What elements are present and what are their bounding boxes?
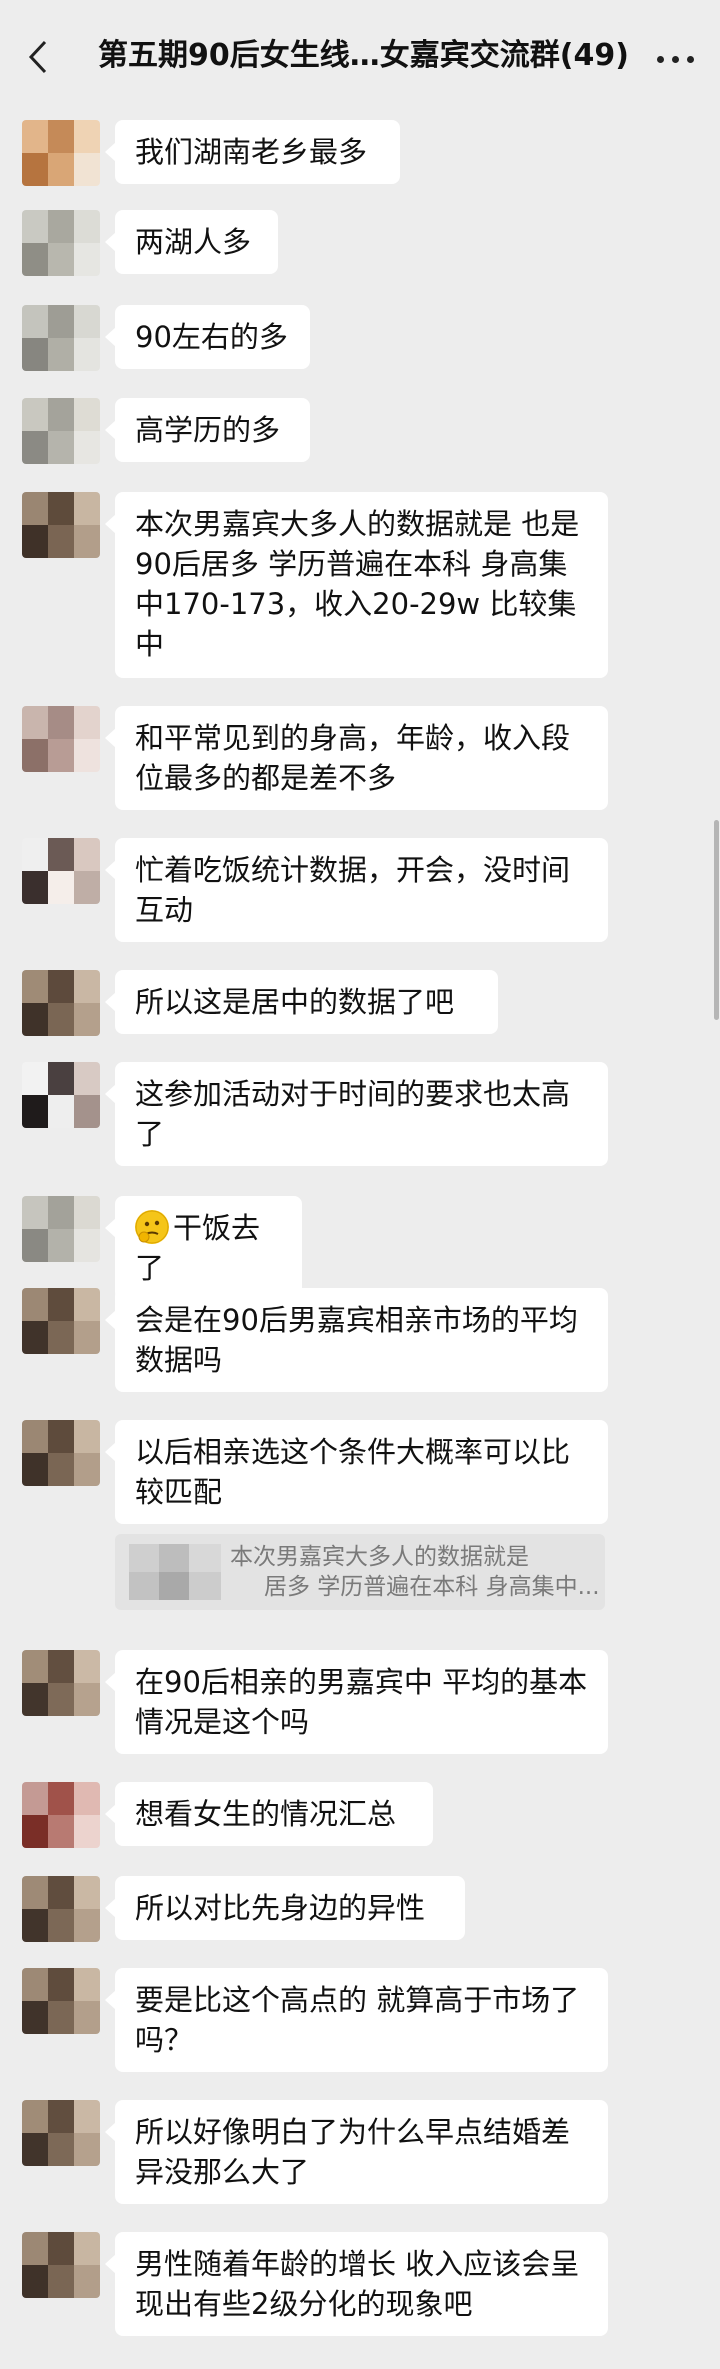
message-bubble[interactable]: 这参加活动对于时间的要求也太高了 (105, 1062, 608, 1166)
more-dots-icon (653, 48, 698, 67)
sender-avatar[interactable] (22, 838, 100, 904)
message-text: 在90后相亲的男嘉宾中 平均的基本情况是这个吗 (135, 1665, 588, 1739)
quoted-text-line2-rest: 居多 学历普遍在本科 身高集中... (264, 1574, 600, 1600)
message-text: 要是比这个高点的 就算高于市场了吗？ (135, 1983, 580, 2057)
message-bubble[interactable]: 要是比这个高点的 就算高于市场了吗？ (105, 1968, 608, 2072)
message-bubble[interactable]: 想看女生的情况汇总 (105, 1782, 433, 1846)
chat-title: 第五期90后女生线…女嘉宾交流群(49) (98, 38, 629, 73)
message-bubble[interactable]: 所以好像明白了为什么早点结婚差异没那么大了 (105, 2100, 608, 2204)
sender-avatar[interactable] (22, 1876, 100, 1942)
thinking-face-emoji-icon (135, 1210, 169, 1244)
sender-avatar[interactable] (22, 492, 100, 558)
message-bubble[interactable]: 忙着吃饭统计数据，开会，没时间互动 (105, 838, 608, 942)
more-options-button[interactable] (645, 30, 705, 84)
back-button[interactable] (18, 30, 58, 84)
message-text: 和平常见到的身高，年龄，收入段位最多的都是差不多 (135, 721, 571, 795)
message-bubble[interactable]: 所以这是居中的数据了吧 (105, 970, 498, 1034)
message-bubble[interactable]: 90左右的多 (105, 305, 310, 369)
message-text: 所以对比先身边的异性 (135, 1891, 426, 1925)
message-text: 本次男嘉宾大多人的数据就是 也是90后居多 学历普遍在本科 身高集中170-17… (135, 507, 580, 661)
message-text: 我们湖南老乡最多 (135, 135, 368, 169)
message-text: 所以好像明白了为什么早点结婚差异没那么大了 (135, 2115, 571, 2189)
message-text: 所以这是居中的数据了吧 (135, 985, 455, 1019)
message-bubble[interactable]: 两湖人多 (105, 210, 278, 274)
sender-avatar[interactable] (22, 706, 100, 772)
message-text: 想看女生的情况汇总 (135, 1797, 397, 1831)
sender-avatar[interactable] (22, 1782, 100, 1848)
message-text: 两湖人多 (135, 225, 252, 259)
message-bubble[interactable]: 和平常见到的身高，年龄，收入段位最多的都是差不多 (105, 706, 608, 810)
sender-avatar[interactable] (22, 1062, 100, 1128)
sender-avatar[interactable] (22, 398, 100, 464)
message-text: 男性随着年龄的增长 收入应该会呈现出有些2级分化的现象吧 (135, 2247, 580, 2321)
sender-avatar[interactable] (22, 210, 100, 276)
message-text: 忙着吃饭统计数据，开会，没时间互动 (135, 853, 571, 927)
sender-avatar[interactable] (22, 2100, 100, 2166)
quoted-sender-avatar (129, 1544, 221, 1600)
sender-avatar[interactable] (22, 1196, 100, 1262)
message-bubble[interactable]: 本次男嘉宾大多人的数据就是 也是90后居多 学历普遍在本科 身高集中170-17… (105, 492, 608, 678)
sender-avatar[interactable] (22, 1968, 100, 2034)
sender-avatar[interactable] (22, 970, 100, 1036)
message-bubble[interactable]: 男性随着年龄的增长 收入应该会呈现出有些2级分化的现象吧 (105, 2232, 608, 2336)
message-text: 高学历的多 (135, 413, 281, 447)
scrollbar[interactable] (714, 820, 719, 1020)
sender-avatar[interactable] (22, 305, 100, 371)
message-bubble[interactable]: 所以对比先身边的异性 (105, 1876, 465, 1940)
chat-header: 第五期90后女生线…女嘉宾交流群(49) (0, 0, 720, 112)
message-text: 这参加活动对于时间的要求也太高了 (135, 1077, 571, 1151)
message-bubble[interactable]: 干饭去了 (105, 1196, 302, 1300)
sender-avatar[interactable] (22, 1650, 100, 1716)
message-bubble[interactable]: 在90后相亲的男嘉宾中 平均的基本情况是这个吗 (105, 1650, 608, 1754)
sender-avatar[interactable] (22, 1288, 100, 1354)
quoted-message[interactable]: 本次男嘉宾大多人的数据就是 也是居多 学历普遍在本科 身高集中... (115, 1534, 605, 1610)
sender-avatar[interactable] (22, 1420, 100, 1486)
message-text: 会是在90后男嘉宾相亲市场的平均数据吗 (135, 1303, 578, 1377)
message-bubble[interactable]: 我们湖南老乡最多 (105, 120, 400, 184)
message-bubble[interactable]: 会是在90后男嘉宾相亲市场的平均数据吗 (105, 1288, 608, 1392)
message-bubble[interactable]: 高学历的多 (105, 398, 310, 462)
chevron-left-icon (28, 40, 47, 74)
sender-avatar[interactable] (22, 120, 100, 186)
quoted-text-line1: 本次男嘉宾大多人的数据就是 (230, 1544, 529, 1570)
sender-avatar[interactable] (22, 2232, 100, 2298)
message-text: 90左右的多 (135, 320, 288, 354)
message-text: 以后相亲选这个条件大概率可以比较匹配 (135, 1435, 571, 1509)
message-bubble[interactable]: 以后相亲选这个条件大概率可以比较匹配 (105, 1420, 608, 1524)
